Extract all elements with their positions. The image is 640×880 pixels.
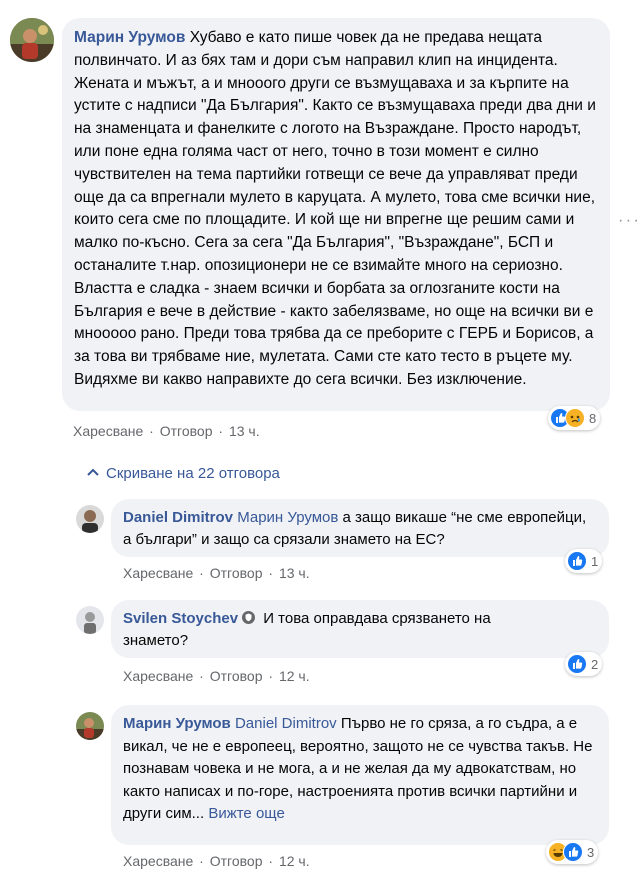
hide-replies-label: Скриване на 22 отговора <box>106 465 280 482</box>
avatar[interactable] <box>76 712 104 740</box>
reply-author[interactable]: Марин Урумов <box>123 715 231 732</box>
more-options-icon[interactable]: · · · <box>618 212 639 230</box>
chevron-up-icon <box>87 468 99 476</box>
like-icon <box>563 842 583 862</box>
reaction-summary[interactable]: 3 <box>546 840 599 864</box>
reply-button[interactable]: Отговор <box>210 668 263 684</box>
mention-link[interactable]: Daniel Dimitrov <box>235 715 337 732</box>
reaction-count: 1 <box>591 553 599 569</box>
reply-button[interactable]: Отговор <box>210 565 263 581</box>
reply-button[interactable]: Отговор <box>160 423 213 439</box>
reply-bubble: Svilen Stoychev И това оправдава срязван… <box>111 600 609 658</box>
reply-author[interactable]: Daniel Dimitrov <box>123 509 233 526</box>
sad-icon <box>565 408 585 428</box>
comment-actions: Харесване · Отговор · 13 ч. <box>73 423 260 439</box>
avatar-photo-icon <box>76 505 104 533</box>
timestamp[interactable]: 12 ч. <box>279 853 310 869</box>
like-button[interactable]: Харесване <box>123 668 193 684</box>
avatar-photo-icon <box>10 18 54 62</box>
like-button[interactable]: Харесване <box>123 853 193 869</box>
reply-author[interactable]: Svilen Stoychev <box>123 610 238 627</box>
reply-actions: Харесване · Отговор · 13 ч. <box>123 565 310 581</box>
comment-text: Хубаво е като пише човек да не предава н… <box>74 29 596 388</box>
reply-actions: Харесване · Отговор · 12 ч. <box>123 853 310 869</box>
reply-actions: Харесване · Отговор · 12 ч. <box>123 668 310 684</box>
like-button[interactable]: Харесване <box>123 565 193 581</box>
reaction-summary[interactable]: 1 <box>565 549 603 573</box>
avatar-photo-icon <box>76 606 104 634</box>
timestamp[interactable]: 13 ч. <box>229 423 260 439</box>
reaction-count: 3 <box>587 844 595 860</box>
comment-bubble: Марин Урумов Хубаво е като пише човек да… <box>62 18 610 411</box>
avatar[interactable] <box>76 606 104 634</box>
comment-text-block: Марин Урумов Хубаво е като пише човек да… <box>74 27 598 392</box>
like-icon <box>567 551 587 571</box>
reply-button[interactable]: Отговор <box>210 853 263 869</box>
mention-link[interactable]: Марин Урумов <box>237 509 338 526</box>
timestamp[interactable]: 13 ч. <box>279 565 310 581</box>
shield-badge-icon <box>242 611 256 624</box>
avatar[interactable] <box>76 505 104 533</box>
reaction-summary[interactable]: 2 <box>565 652 603 676</box>
hide-replies-link[interactable]: Скриване на 22 отговора <box>86 465 280 482</box>
like-button[interactable]: Харесване <box>73 423 143 439</box>
avatar[interactable] <box>10 18 54 62</box>
timestamp[interactable]: 12 ч. <box>279 668 310 684</box>
reaction-count: 8 <box>589 410 597 426</box>
reaction-count: 2 <box>591 656 599 672</box>
avatar-photo-icon <box>76 712 104 740</box>
reply-bubble: Марин Урумов Daniel Dimitrov Първо не го… <box>111 705 609 845</box>
comment-author[interactable]: Марин Урумов <box>74 29 185 46</box>
like-icon <box>567 654 587 674</box>
reaction-summary[interactable]: 8 <box>548 406 601 430</box>
see-more-link[interactable]: Вижте още <box>208 805 285 822</box>
reply-bubble: Daniel Dimitrov Марин Урумов а защо вика… <box>111 499 609 557</box>
